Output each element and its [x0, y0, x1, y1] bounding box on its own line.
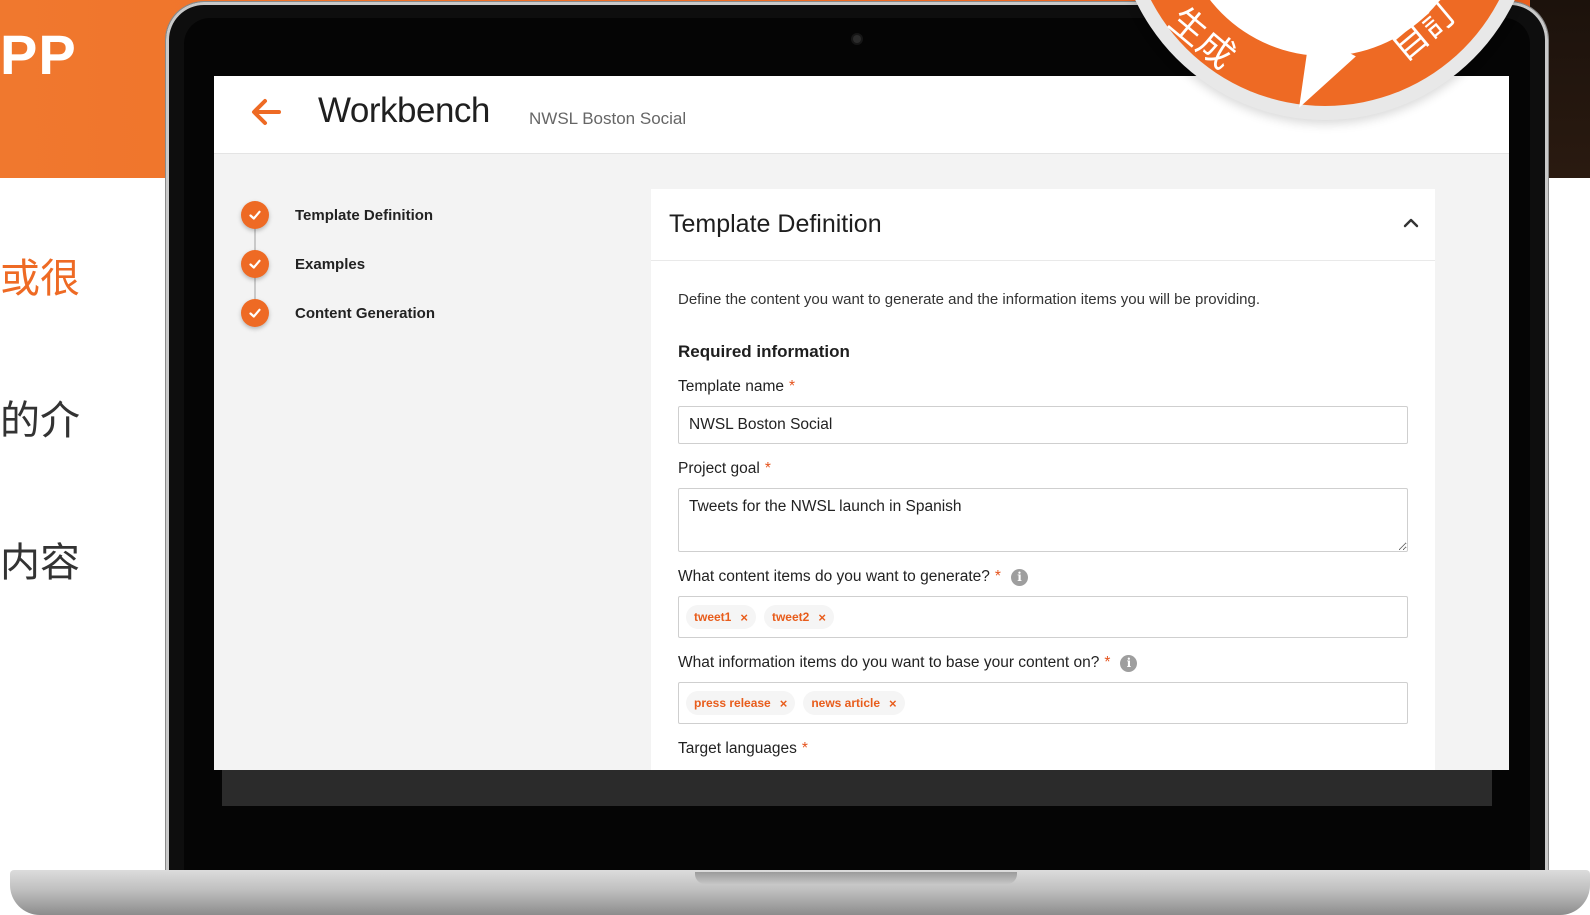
check-icon: [241, 201, 269, 229]
template-name-label-text: Template name: [678, 378, 784, 395]
close-icon[interactable]: ×: [818, 610, 826, 625]
information-items-label: What information items do you want to ba…: [678, 654, 1408, 672]
info-icon[interactable]: i: [1010, 568, 1028, 586]
chip-label: press release: [694, 696, 771, 710]
information-items-input[interactable]: press release × news article ×: [678, 682, 1408, 724]
close-icon[interactable]: ×: [780, 696, 788, 711]
project-goal-label: Project goal *: [678, 460, 1408, 478]
required-asterisk: *: [801, 740, 808, 757]
page-subtitle: NWSL Boston Social: [529, 109, 687, 128]
check-icon: [241, 250, 269, 278]
template-definition-panel: Template Definition Define the content y…: [651, 189, 1435, 770]
content-items-input[interactable]: tweet1 × tweet2 ×: [678, 596, 1408, 638]
step-examples[interactable]: Examples: [241, 250, 435, 304]
close-icon[interactable]: ×: [889, 696, 897, 711]
app-screen: Workbench NWSL Boston Social Template De…: [214, 76, 1509, 770]
target-languages-label-text: Target languages: [678, 740, 797, 757]
template-name-label: Template name *: [678, 378, 1408, 396]
slide-text-fragment-1: 或很: [0, 256, 80, 302]
chevron-up-icon[interactable]: [1401, 213, 1421, 233]
screen-bottom-bezel: [222, 770, 1492, 806]
template-name-input[interactable]: [678, 406, 1408, 444]
content-items-label: What content items do you want to genera…: [678, 568, 1408, 586]
required-asterisk: *: [788, 378, 796, 395]
stepper: Template Definition Examples Content Gen…: [241, 201, 435, 348]
chip-tweet1[interactable]: tweet1 ×: [686, 605, 756, 629]
page-title: Workbench: [318, 91, 490, 130]
step-content-generation[interactable]: Content Generation: [241, 299, 435, 348]
required-asterisk: *: [1104, 654, 1111, 671]
step-template-definition[interactable]: Template Definition: [241, 201, 435, 255]
target-languages-label: Target languages *: [678, 740, 1408, 758]
info-icon[interactable]: i: [1120, 654, 1138, 672]
project-goal-textarea[interactable]: Tweets for the NWSL launch in Spanish: [678, 488, 1408, 552]
required-info-heading: Required information: [678, 342, 850, 361]
slide-text-fragment-2: 的介: [0, 398, 80, 444]
information-items-label-text: What information items do you want to ba…: [678, 654, 1100, 671]
content-items-label-text: What content items do you want to genera…: [678, 568, 990, 585]
step-label: Template Definition: [295, 207, 434, 224]
panel-description: Define the content you want to generate …: [678, 291, 1261, 308]
chip-press-release[interactable]: press release ×: [686, 691, 796, 715]
camera-icon: [853, 35, 861, 43]
chip-tweet2[interactable]: tweet2 ×: [763, 605, 834, 629]
slide-text-fragment-3: 内容: [0, 540, 80, 586]
project-goal-label-text: Project goal: [678, 460, 760, 477]
laptop-notch: [695, 872, 1017, 884]
chip-label: tweet2: [771, 610, 810, 624]
check-icon: [241, 299, 269, 327]
banner-title-fragment: PP: [0, 23, 77, 86]
panel-body: Define the content you want to generate …: [678, 279, 1408, 758]
chip-label: tweet1: [694, 610, 732, 624]
required-asterisk: *: [994, 568, 1001, 585]
required-asterisk: *: [764, 460, 771, 477]
step-label: Examples: [295, 256, 366, 273]
close-icon[interactable]: ×: [740, 610, 748, 625]
step-label: Content Generation: [295, 305, 436, 322]
panel-title: Template Definition: [669, 210, 882, 238]
chip-news-article[interactable]: news article ×: [803, 691, 905, 715]
chip-label: news article: [811, 696, 881, 710]
back-arrow-icon[interactable]: [248, 94, 284, 130]
panel-header[interactable]: Template Definition: [651, 189, 1435, 261]
